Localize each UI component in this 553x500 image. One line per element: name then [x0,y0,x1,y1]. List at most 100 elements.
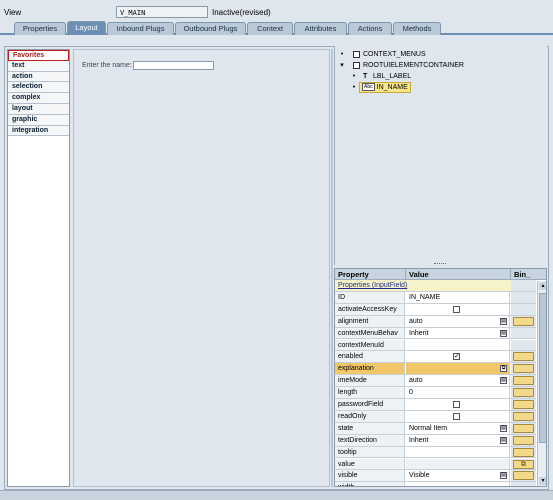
selected-node[interactable]: Abc IN_NAME [359,82,411,93]
property-row-visible[interactable]: visible Visible ▤ [335,470,536,483]
binding-button[interactable] [513,447,534,457]
property-name: imeMode [335,375,405,387]
palette-selection[interactable]: selection [8,82,69,94]
binding-button[interactable] [513,364,534,374]
property-value[interactable] [406,446,510,458]
dropdown-icon[interactable]: ▤ [500,377,507,385]
binding-button[interactable] [513,376,534,386]
header-binding[interactable]: Bin_ [511,269,546,280]
property-row-enabled[interactable]: enabled ✓ [335,351,536,364]
property-row-alignment[interactable]: alignment auto ▤ [335,315,536,328]
tree-node-label: IN_NAME [376,84,408,91]
tab-attributes[interactable]: Attributes [294,22,347,35]
dropdown-icon[interactable]: ▤ [500,317,507,325]
dropdown-icon[interactable]: ▤ [500,424,507,432]
view-name-field[interactable]: V_MAIN [116,6,208,18]
tab-layout[interactable]: Layout [67,21,106,35]
enter-name-label: Enter the name: [82,62,132,69]
tree-node-context-menus[interactable]: • CONTEXT_MENUS [339,49,539,60]
binding-button[interactable] [513,352,534,362]
palette-text[interactable]: text [8,60,69,72]
property-name: explanation [335,363,405,375]
binding-cell [511,446,536,458]
property-row-tooltip[interactable]: tooltip [335,446,536,459]
property-value[interactable]: auto ▤ [406,315,510,327]
dropdown-icon[interactable]: ▤ [500,329,507,337]
palette-complex[interactable]: complex [8,93,69,104]
view-label: View [4,8,22,17]
properties-scrollbar[interactable]: ▴ ▾ [537,281,546,486]
property-value[interactable]: Normal Item ▤ [406,422,510,434]
property-group-label[interactable]: Properties (InputField) [338,280,407,291]
binding-button[interactable] [513,316,534,326]
tree-node-lbl-label[interactable]: • T LBL_LABEL [351,71,531,82]
palette-favorites[interactable]: Favorites [8,50,69,61]
property-row-id[interactable]: ID IN_NAME [335,291,536,304]
tab-methods[interactable]: Methods [393,22,441,35]
checkbox-checked[interactable]: ✓ [453,353,460,361]
property-value[interactable] [406,339,510,351]
property-row-contextmenubehavior[interactable]: contextMenuBehav Inherit ▤ [335,327,536,340]
palette-graphic[interactable]: graphic [8,114,69,126]
horizontal-splitter-grip[interactable] [434,263,446,266]
binding-button[interactable] [513,435,534,445]
property-value[interactable]: IN_NAME [406,291,510,303]
property-row-readonly[interactable]: readOnly [335,410,536,423]
vertical-splitter[interactable] [331,49,333,487]
palette-integration[interactable]: integration [8,125,69,137]
header-value[interactable]: Value [406,269,511,280]
property-value[interactable] [406,458,510,470]
property-value[interactable]: 0 [406,387,510,398]
property-value[interactable]: Visible ▤ [406,470,510,482]
dropdown-icon[interactable]: ▤ [500,472,507,480]
tree-node-root-container[interactable]: ▾ ROOTUIELEMENTCONTAINER [339,60,539,71]
scroll-thumb[interactable] [539,293,546,443]
property-row-imemode[interactable]: imeMode auto ▤ [335,375,536,388]
scroll-up-icon[interactable]: ▴ [539,282,546,290]
tab-outbound-plugs[interactable]: Outbound Plugs [175,22,246,35]
property-value[interactable]: auto ▤ [406,375,510,387]
palette-action[interactable]: action [8,71,69,83]
checkbox[interactable] [453,305,460,313]
checkbox[interactable] [453,401,460,408]
binding-link-icon[interactable]: ⧉ [513,459,534,469]
palette-layout[interactable]: layout [8,103,69,115]
tab-context[interactable]: Context [247,22,293,35]
property-row-textdirection[interactable]: textDirection Inherit ▤ [335,434,536,447]
binding-button[interactable] [513,400,534,409]
property-row-value[interactable]: value ⧉ [335,458,536,471]
tab-properties[interactable]: Properties [14,22,66,35]
property-row-width[interactable]: width [335,482,536,486]
property-row-activateaccesskey[interactable]: activateAccessKey [335,303,536,316]
property-value[interactable] [406,482,510,486]
binding-button[interactable] [513,388,534,398]
tree-node-in-name[interactable]: • Abc IN_NAME [351,82,531,93]
dropdown-icon[interactable]: ▤ [500,436,507,444]
name-input-field[interactable] [133,61,214,70]
property-row-length[interactable]: length 0 [335,387,536,399]
property-group-row[interactable]: Properties (InputField) [335,280,536,292]
property-name: contextMenuBehav [335,327,405,339]
binding-button[interactable] [513,411,534,421]
property-value[interactable]: ⧉ [406,363,510,375]
layout-canvas[interactable]: Enter the name: [73,49,330,487]
property-value[interactable]: Inherit ▤ [406,327,510,339]
binding-cell [511,291,536,303]
property-row-explanation[interactable]: explanation ⧉ [335,363,536,376]
tab-actions[interactable]: Actions [348,22,392,35]
edit-icon[interactable]: ⧉ [500,365,507,373]
property-row-state[interactable]: state Normal Item ▤ [335,422,536,435]
tree-bullet-icon: • [352,84,356,91]
property-row-contextmenuid[interactable]: contextMenuId [335,339,536,352]
binding-button[interactable] [513,423,534,433]
header-property[interactable]: Property [335,269,406,280]
binding-button[interactable] [513,471,534,481]
tab-inbound-plugs[interactable]: Inbound Plugs [107,22,174,35]
property-name: visible [335,470,405,482]
expand-arrow-icon[interactable]: ▾ [339,60,345,71]
binding-cell [511,434,536,446]
property-value[interactable]: Inherit ▤ [406,434,510,446]
property-row-passwordfield[interactable]: passwordField [335,399,536,411]
scroll-down-icon[interactable]: ▾ [539,477,546,485]
checkbox[interactable] [453,412,460,420]
